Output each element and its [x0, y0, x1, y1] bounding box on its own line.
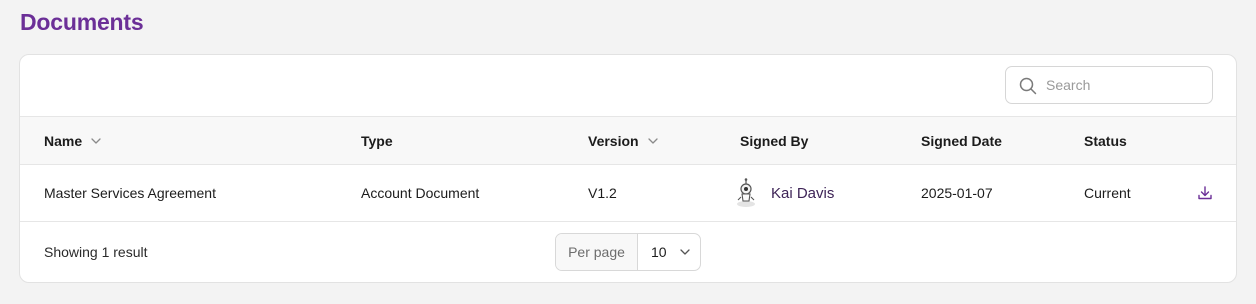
cell-name: Master Services Agreement — [44, 185, 216, 201]
table-toolbar — [20, 55, 1236, 116]
table-row: Master Services Agreement Account Docume… — [20, 165, 1236, 222]
column-header-status: Status — [1084, 117, 1127, 164]
per-page-value: 10 — [651, 244, 667, 260]
column-header-signed-by: Signed By — [740, 117, 808, 164]
cell-version: V1.2 — [588, 185, 617, 201]
cell-signed-by: Kai Davis — [733, 165, 834, 221]
per-page-select[interactable]: 10 — [638, 234, 700, 270]
page-title: Documents — [20, 9, 144, 35]
table-header: Name Type Version Signed By Signed Date … — [20, 116, 1236, 165]
per-page-label: Per page — [556, 234, 638, 270]
chevron-down-icon — [679, 249, 690, 255]
column-header-label: Signed By — [740, 132, 809, 149]
search-box[interactable] — [1005, 66, 1213, 104]
column-header-name[interactable]: Name — [44, 117, 102, 164]
result-count: Showing 1 result — [44, 244, 148, 260]
download-icon[interactable] — [1196, 184, 1214, 202]
table-footer: Showing 1 result Per page 10 — [20, 222, 1236, 282]
column-header-label: Version — [588, 132, 639, 149]
per-page-control: Per page 10 — [555, 233, 701, 271]
search-icon — [1019, 77, 1037, 95]
cell-signed-date: 2025-01-07 — [921, 185, 993, 201]
avatar — [737, 178, 755, 207]
column-header-type: Type — [361, 117, 393, 164]
documents-card: Name Type Version Signed By Signed Date … — [19, 54, 1237, 283]
column-header-label: Name — [44, 132, 83, 149]
column-header-label: Type — [361, 132, 393, 149]
cell-status: Current — [1084, 185, 1131, 201]
column-header-signed-date: Signed Date — [921, 117, 1002, 164]
chevron-down-icon — [91, 137, 101, 144]
chevron-down-icon — [647, 137, 658, 144]
cell-type: Account Document — [361, 185, 480, 201]
signer-name: Kai Davis — [771, 184, 835, 202]
column-header-label: Signed Date — [921, 132, 1002, 149]
column-header-version[interactable]: Version — [588, 117, 659, 164]
search-input[interactable] — [1046, 67, 1206, 103]
column-header-label: Status — [1084, 132, 1127, 149]
